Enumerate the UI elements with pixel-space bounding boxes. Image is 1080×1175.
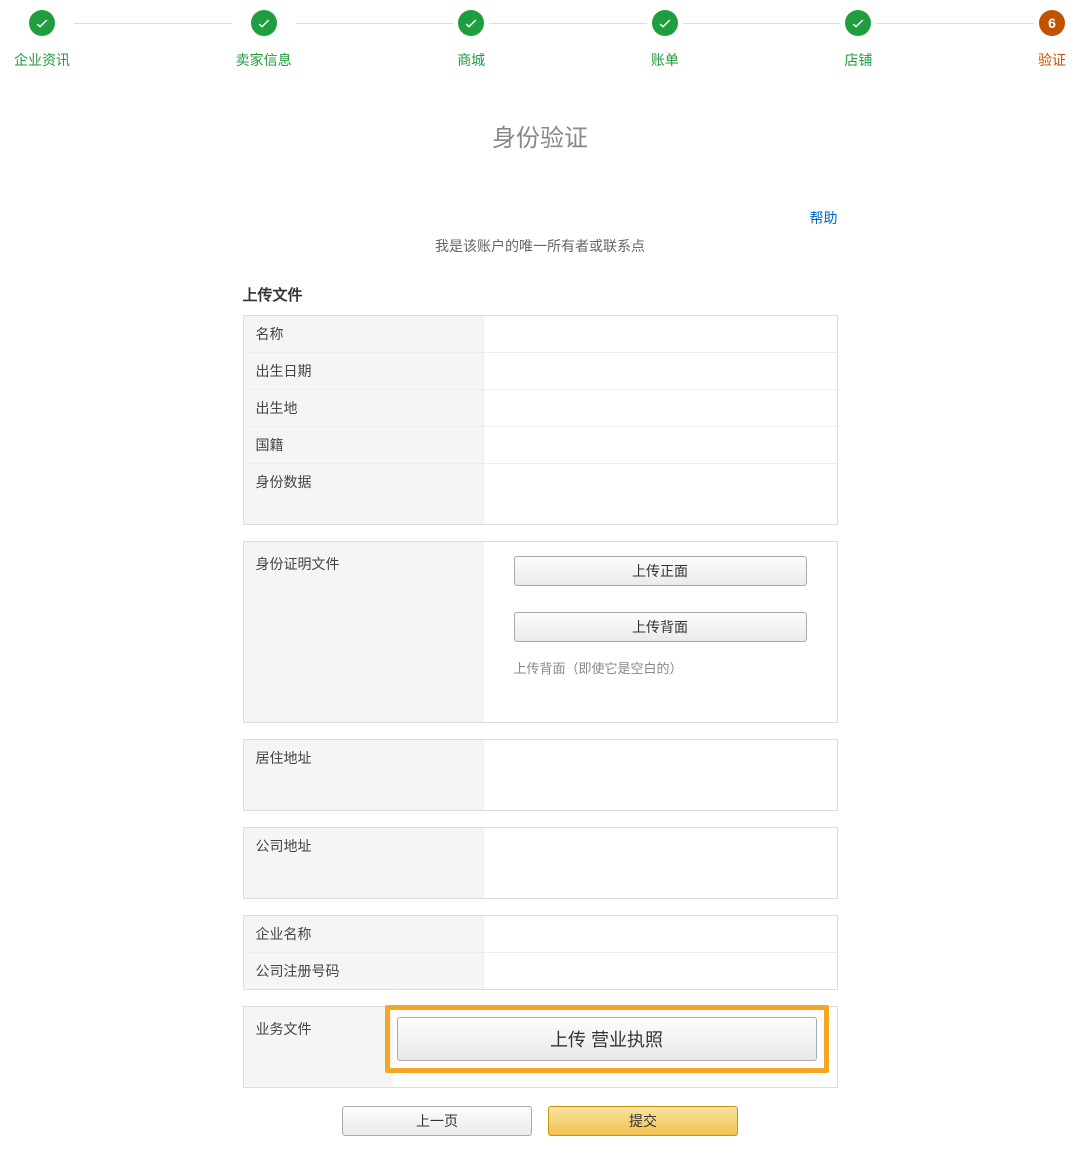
company-reg-number-value	[484, 953, 837, 989]
field-identity-data-value	[484, 464, 837, 524]
residence-address-value	[484, 740, 837, 810]
field-birthplace-label: 出生地	[244, 390, 484, 426]
check-icon	[845, 10, 871, 36]
help-link[interactable]: 帮助	[810, 210, 838, 226]
step-company-info: 企业资讯	[10, 10, 74, 70]
company-address-label: 公司地址	[244, 828, 484, 898]
check-icon	[251, 10, 277, 36]
submit-button[interactable]: 提交	[548, 1106, 738, 1136]
field-dob-label: 出生日期	[244, 353, 484, 389]
id-document-label: 身份证明文件	[244, 542, 484, 722]
upload-business-license-button[interactable]: 上传 营业执照	[397, 1017, 817, 1061]
step-number-badge: 6	[1039, 10, 1065, 36]
company-info-box: 企业名称 公司注册号码	[243, 915, 838, 990]
upload-back-button[interactable]: 上传背面	[514, 612, 807, 642]
business-document-label: 业务文件	[244, 1007, 393, 1087]
upload-back-hint: 上传背面（即使它是空白的）	[514, 658, 807, 677]
personal-info-box: 名称 出生日期 出生地 国籍 身份数据	[243, 315, 838, 525]
id-document-box: 身份证明文件 上传正面 上传背面 上传背面（即使它是空白的）	[243, 541, 838, 723]
field-identity-data-label: 身份数据	[244, 464, 484, 524]
residence-address-label: 居住地址	[244, 740, 484, 810]
field-birthplace-value	[484, 390, 837, 426]
step-store: 店铺	[840, 10, 876, 70]
check-icon	[652, 10, 678, 36]
company-address-value	[484, 828, 837, 898]
company-address-box: 公司地址	[243, 827, 838, 899]
previous-button[interactable]: 上一页	[342, 1106, 532, 1136]
business-document-box: 业务文件 上传 营业执照	[243, 1006, 838, 1088]
check-icon	[458, 10, 484, 36]
step-label: 卖家信息	[236, 50, 292, 70]
page-title: 身份验证	[0, 118, 1080, 153]
company-reg-number-label: 公司注册号码	[244, 953, 484, 989]
step-label: 企业资讯	[14, 50, 70, 70]
field-nationality-value	[484, 427, 837, 463]
step-label: 验证	[1038, 50, 1066, 70]
progress-stepper: 企业资讯 卖家信息 商城 账单 店铺 6 验证	[0, 0, 1080, 70]
step-label: 账单	[651, 50, 679, 70]
step-seller-info: 卖家信息	[232, 10, 296, 70]
field-name-label: 名称	[244, 316, 484, 352]
step-verification: 6 验证	[1034, 10, 1070, 70]
company-name-label: 企业名称	[244, 916, 484, 952]
account-owner-note: 我是该账户的唯一所有者或联系点	[0, 236, 1080, 256]
field-nationality-label: 国籍	[244, 427, 484, 463]
step-billing: 账单	[647, 10, 683, 70]
field-name-value	[484, 316, 837, 352]
step-label: 店铺	[844, 50, 872, 70]
footer-buttons: 上一页 提交	[243, 1106, 838, 1136]
upload-front-button[interactable]: 上传正面	[514, 556, 807, 586]
step-label: 商城	[457, 50, 485, 70]
residence-address-box: 居住地址	[243, 739, 838, 811]
company-name-value	[484, 916, 837, 952]
upload-section-title: 上传文件	[243, 284, 838, 305]
check-icon	[29, 10, 55, 36]
step-marketplace: 商城	[453, 10, 489, 70]
field-dob-value	[484, 353, 837, 389]
